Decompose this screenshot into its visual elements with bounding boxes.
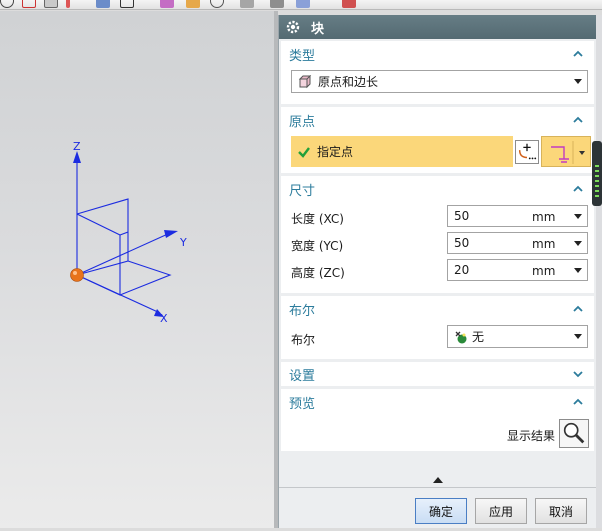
show-result-label: 显示结果 bbox=[507, 429, 556, 443]
height-label: 高度 (ZC) bbox=[291, 266, 345, 280]
origin-point bbox=[70, 268, 84, 282]
z-axis-label: Z bbox=[73, 140, 81, 153]
apply-button[interactable]: 应用 bbox=[475, 498, 527, 524]
toolbar-rotate-icon[interactable] bbox=[210, 0, 224, 8]
origin-section-header[interactable]: 原点 bbox=[281, 107, 594, 133]
width-row: 宽度 (YC) 50 mm bbox=[281, 231, 594, 258]
specify-point-row[interactable]: 指定点 bbox=[291, 136, 513, 167]
preview-section-header[interactable]: 预览 bbox=[281, 389, 594, 415]
settings-section: 设置 bbox=[281, 362, 594, 386]
toolbar-line-icon[interactable] bbox=[44, 0, 58, 8]
height-row: 高度 (ZC) 20 mm bbox=[281, 258, 594, 285]
length-unit: mm bbox=[532, 210, 556, 224]
chevron-down-icon bbox=[574, 334, 582, 339]
width-label: 宽度 (YC) bbox=[291, 239, 344, 253]
specify-point-label: 指定点 bbox=[317, 145, 354, 159]
show-result-button[interactable] bbox=[559, 419, 589, 448]
chevron-down-icon[interactable] bbox=[574, 268, 582, 273]
length-input[interactable]: 50 mm bbox=[447, 205, 588, 227]
top-toolbar bbox=[0, 0, 602, 10]
width-unit: mm bbox=[532, 237, 556, 251]
toolbar-cube-icon[interactable] bbox=[240, 0, 254, 8]
expand-up-icon[interactable] bbox=[433, 477, 443, 483]
width-input[interactable]: 50 mm bbox=[447, 232, 588, 254]
toolbar-copy-icon[interactable] bbox=[120, 0, 134, 8]
resource-bar-edge bbox=[596, 15, 602, 528]
chevron-up-icon[interactable] bbox=[572, 183, 584, 195]
toolbar-point-icon[interactable] bbox=[22, 0, 36, 8]
boolean-none-icon bbox=[455, 331, 467, 343]
toolbar-box-icon[interactable] bbox=[270, 0, 284, 8]
toolbar-chart-icon[interactable] bbox=[160, 0, 174, 8]
chevron-down-icon[interactable] bbox=[574, 241, 582, 246]
toolbar-arrow-icon[interactable] bbox=[66, 0, 70, 8]
toolbar-sheet-icon[interactable] bbox=[96, 0, 110, 8]
boolean-dropdown[interactable]: 无 bbox=[447, 325, 588, 348]
boolean-section: 布尔 布尔 无 bbox=[281, 296, 594, 359]
footer-divider bbox=[279, 487, 597, 488]
graphics-viewport[interactable]: Z Y X bbox=[0, 11, 274, 528]
settings-section-header[interactable]: 设置 bbox=[281, 362, 594, 386]
block-dialog: 块 类型 原点和边长 原点 指定点 尺寸 长度 (XC) 50 mm 宽度 (Y… bbox=[278, 15, 597, 528]
boolean-selected-value: 无 bbox=[472, 330, 485, 344]
x-axis-label: X bbox=[160, 312, 168, 325]
width-value: 50 bbox=[454, 236, 470, 250]
chevron-up-icon[interactable] bbox=[572, 303, 584, 315]
preview-section-title: 预览 bbox=[289, 396, 316, 412]
resource-bar-handle[interactable] bbox=[592, 141, 602, 206]
chevron-up-icon[interactable] bbox=[572, 396, 584, 408]
chevron-up-icon[interactable] bbox=[572, 114, 584, 126]
boolean-label: 布尔 bbox=[291, 333, 316, 347]
inferred-point-icon bbox=[551, 141, 585, 164]
dimensions-section: 尺寸 长度 (XC) 50 mm 宽度 (YC) 50 mm 高度 (ZC) 2… bbox=[281, 176, 594, 293]
toolbar-circle-icon[interactable] bbox=[0, 0, 14, 8]
chevron-down-icon bbox=[574, 79, 582, 84]
chevron-down-icon[interactable] bbox=[574, 214, 582, 219]
height-unit: mm bbox=[532, 264, 556, 278]
y-axis-label: Y bbox=[180, 236, 187, 249]
checkmark-icon bbox=[298, 146, 310, 158]
preview-section: 预览 显示结果 bbox=[281, 389, 594, 451]
settings-section-title: 设置 bbox=[289, 368, 316, 384]
chevron-up-icon[interactable] bbox=[572, 48, 584, 60]
type-section-header[interactable]: 类型 bbox=[281, 41, 594, 67]
length-row: 长度 (XC) 50 mm bbox=[281, 204, 594, 231]
chevron-down-icon[interactable] bbox=[572, 368, 584, 380]
type-selected-value: 原点和边长 bbox=[318, 75, 379, 89]
boolean-section-title: 布尔 bbox=[289, 303, 316, 319]
dialog-footer: 确定 应用 取消 bbox=[279, 493, 597, 528]
magnifier-icon bbox=[563, 422, 585, 444]
length-label: 长度 (XC) bbox=[291, 212, 344, 226]
inferred-point-dropdown[interactable] bbox=[541, 136, 591, 167]
type-section-title: 类型 bbox=[289, 48, 316, 64]
point-constructor-icon bbox=[518, 143, 537, 160]
boolean-section-header[interactable]: 布尔 bbox=[281, 296, 594, 322]
point-dialog-button[interactable] bbox=[515, 140, 539, 164]
type-dropdown[interactable]: 原点和边长 bbox=[291, 70, 588, 93]
dialog-title: 块 bbox=[311, 21, 325, 37]
toolbar-solid-icon[interactable] bbox=[296, 0, 310, 8]
height-input[interactable]: 20 mm bbox=[447, 259, 588, 281]
block-type-icon bbox=[298, 74, 312, 88]
height-value: 20 bbox=[454, 263, 470, 277]
cancel-button[interactable]: 取消 bbox=[535, 498, 587, 524]
ok-button[interactable]: 确定 bbox=[415, 498, 467, 524]
dialog-titlebar: 块 bbox=[279, 15, 596, 39]
wcs-axes-gizmo bbox=[70, 151, 178, 317]
gear-icon bbox=[286, 20, 300, 34]
dimensions-section-header[interactable]: 尺寸 bbox=[281, 176, 594, 202]
origin-section: 原点 指定点 bbox=[281, 107, 594, 173]
dimensions-section-title: 尺寸 bbox=[289, 183, 316, 199]
toolbar-folder-icon[interactable] bbox=[186, 0, 200, 8]
origin-section-title: 原点 bbox=[289, 114, 316, 130]
toolbar-extrude-icon[interactable] bbox=[342, 0, 356, 8]
type-section: 类型 原点和边长 bbox=[281, 41, 594, 104]
length-value: 50 bbox=[454, 209, 470, 223]
